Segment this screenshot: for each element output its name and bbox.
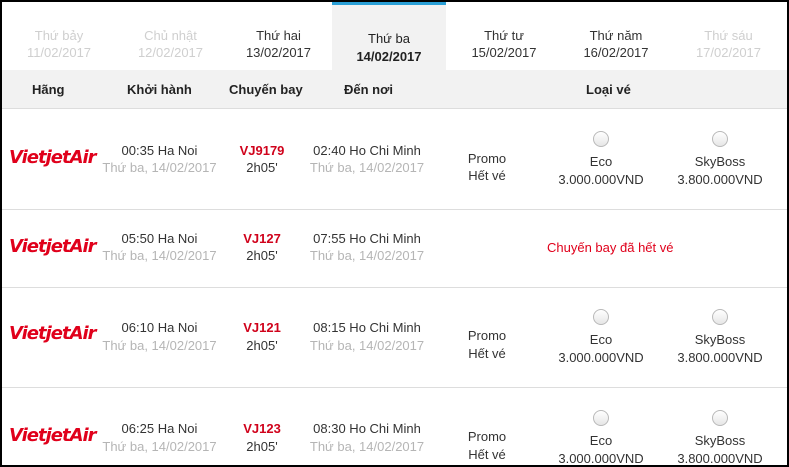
flight-duration: 2h05' [246,439,278,454]
skyboss-price: 3.800.000VND [677,350,763,365]
arrive-time: 02:40 Ho Chi Minh [313,143,421,158]
date-tab-mon[interactable]: Thứ hai 13/02/2017 [225,2,332,70]
date-tabs: Thứ bảy 11/02/2017 Chủ nhật 12/02/2017 T… [2,2,787,70]
tab-date: 15/02/2017 [471,45,537,60]
date-tab-tue[interactable]: Thứ ba 14/02/2017 [332,2,446,70]
promo-status: Hết vé [468,168,506,183]
skyboss-option: SkyBoss 3.800.000VND [670,131,770,187]
header-depart: Khởi hành [127,82,192,97]
header-fare-type: Loại vé [586,82,631,97]
flight-duration: 2h05' [246,160,278,175]
promo-status: Hết vé [468,346,506,361]
skyboss-radio[interactable] [712,131,728,147]
arrive-date: Thứ ba, 14/02/2017 [309,160,425,175]
eco-price: 3.000.000VND [558,172,644,187]
eco-option: Eco 3.000.000VND [551,131,651,187]
vietjet-logo: VietjetAir [9,236,97,257]
soldout-message: Chuyến bay đã hết vé [547,240,674,255]
eco-radio[interactable] [593,131,609,147]
eco-price: 3.000.000VND [558,451,644,466]
tab-date: 13/02/2017 [245,45,312,60]
vietjet-logo: VietjetAir [9,323,97,344]
flight-number: VJ123 [243,421,281,436]
promo-label: Promo [467,328,507,343]
table-row: VietjetAir 06:10 Ha Noi Thứ ba, 14/02/20… [2,288,787,388]
depart-date: Thứ ba, 14/02/2017 [102,160,217,175]
tab-day: Thứ sáu [704,28,753,43]
skyboss-radio[interactable] [712,410,728,426]
skyboss-label: SkyBoss [694,433,746,448]
tab-day: Thứ tư [484,28,524,43]
depart-time: 05:50 Ha Noi [121,231,198,246]
flight-number: VJ121 [243,320,281,335]
skyboss-option: SkyBoss 3.800.000VND [670,410,770,466]
tab-day: Thứ năm [589,28,643,43]
eco-option: Eco 3.000.000VND [551,309,651,365]
eco-label: Eco [589,332,613,347]
arrive-date: Thứ ba, 14/02/2017 [309,338,425,353]
date-tab-sun: Chủ nhật 12/02/2017 [116,2,225,70]
arrive-time: 07:55 Ho Chi Minh [313,231,421,246]
tab-date: 12/02/2017 [137,45,204,60]
tab-day: Thứ hai [256,28,301,43]
date-tab-fri: Thứ sáu 17/02/2017 [670,2,787,70]
skyboss-radio[interactable] [712,309,728,325]
skyboss-price: 3.800.000VND [677,451,763,466]
tab-date: 16/02/2017 [583,45,649,60]
arrive-time: 08:30 Ho Chi Minh [313,421,421,436]
table-row: VietjetAir 00:35 Ha Noi Thứ ba, 14/02/20… [2,109,787,210]
flight-number: VJ9179 [239,143,285,158]
date-tab-thu[interactable]: Thứ năm 16/02/2017 [562,2,670,70]
arrive-date: Thứ ba, 14/02/2017 [309,439,425,454]
skyboss-option: SkyBoss 3.800.000VND [670,309,770,365]
tab-day: Thứ ba [368,31,410,46]
depart-time: 06:25 Ha Noi [121,421,198,436]
tab-date: 17/02/2017 [695,45,762,60]
tab-date: 14/02/2017 [356,49,422,64]
date-tab-sat: Thứ bảy 11/02/2017 [2,2,116,70]
depart-time: 06:10 Ha Noi [121,320,198,335]
eco-radio[interactable] [593,410,609,426]
arrive-date: Thứ ba, 14/02/2017 [309,248,425,263]
tab-day: Thứ bảy [34,28,84,43]
promo-label: Promo [467,429,507,444]
eco-label: Eco [589,154,613,169]
eco-price: 3.000.000VND [558,350,644,365]
skyboss-label: SkyBoss [694,154,746,169]
depart-date: Thứ ba, 14/02/2017 [102,338,217,353]
eco-radio[interactable] [593,309,609,325]
vietjet-logo: VietjetAir [9,147,97,168]
skyboss-label: SkyBoss [694,332,746,347]
promo-label: Promo [467,151,507,166]
table-header: Hãng Khởi hành Chuyến bay Đến nơi Loại v… [2,70,787,109]
flight-results-panel: Thứ bảy 11/02/2017 Chủ nhật 12/02/2017 T… [0,0,789,467]
eco-label: Eco [589,433,613,448]
header-airline: Hãng [32,82,65,97]
table-row: VietjetAir 05:50 Ha Noi Thứ ba, 14/02/20… [2,210,787,288]
promo-status: Hết vé [468,447,506,462]
flight-number: VJ127 [243,231,281,246]
skyboss-price: 3.800.000VND [677,172,763,187]
depart-date: Thứ ba, 14/02/2017 [102,248,217,263]
date-tab-wed[interactable]: Thứ tư 15/02/2017 [446,2,562,70]
arrive-time: 08:15 Ho Chi Minh [313,320,421,335]
eco-option: Eco 3.000.000VND [551,410,651,466]
flight-duration: 2h05' [246,338,278,353]
depart-date: Thứ ba, 14/02/2017 [102,439,217,454]
flight-duration: 2h05' [246,248,278,263]
tab-day: Chủ nhật [144,28,197,43]
header-flight: Chuyến bay [229,82,303,97]
table-row: VietjetAir 06:25 Ha Noi Thứ ba, 14/02/20… [2,388,787,466]
tab-date: 11/02/2017 [26,45,92,60]
header-arrive: Đến nơi [344,82,393,97]
vietjet-logo: VietjetAir [9,425,97,446]
depart-time: 00:35 Ha Noi [121,143,198,158]
